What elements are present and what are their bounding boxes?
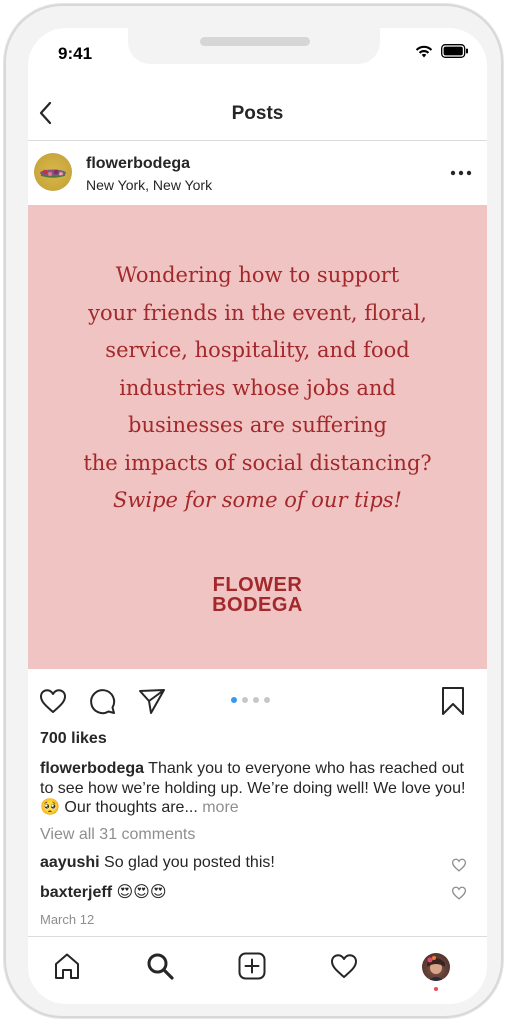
comment-row: baxterjeff 😍😍😍 (40, 882, 167, 902)
battery-icon (441, 44, 469, 58)
post-image-text: Wondering how to support your friends in… (48, 257, 467, 520)
avatar[interactable] (34, 153, 72, 191)
carousel-dot (242, 697, 248, 703)
notification-dot (434, 987, 438, 991)
share-icon[interactable] (137, 686, 167, 716)
caption-username[interactable]: flowerbodega (40, 760, 144, 777)
image-text-line: businesses are suffering (128, 413, 387, 437)
caption-more-link[interactable]: more (198, 799, 238, 816)
comment-username[interactable]: baxterjeff (40, 884, 112, 901)
wifi-icon (415, 45, 433, 58)
likes-count[interactable]: 700 likes (40, 730, 107, 748)
post-image[interactable]: Wondering how to support your friends in… (28, 205, 487, 669)
status-icons (415, 44, 469, 58)
image-text-line: Wondering how to support (115, 263, 400, 287)
comment-username[interactable]: aayushi (40, 854, 100, 871)
brand-logo-line: BODEGA (212, 594, 303, 616)
notch (128, 28, 380, 64)
bookmark-icon[interactable] (438, 686, 468, 716)
carousel-dot (253, 697, 259, 703)
image-text-line: your friends in the event, floral, (88, 300, 427, 325)
status-time: 9:41 (58, 44, 93, 63)
page-title: Posts (231, 103, 284, 124)
brand-logo-line: FLOWER (212, 574, 303, 596)
post-date: March 12 (40, 912, 95, 927)
image-text-line: service, hospitality, and food (105, 338, 410, 362)
profile-avatar[interactable] (422, 953, 450, 981)
post-location[interactable]: New York, New York (86, 177, 212, 193)
comment-like-icon[interactable] (451, 857, 467, 873)
search-icon[interactable] (145, 951, 175, 981)
home-icon[interactable] (52, 951, 82, 981)
heart-icon[interactable] (38, 686, 68, 716)
phone-frame: 9:41 Posts flowerbodega New York, New Yo… (4, 4, 503, 1018)
brand-logo: FLOWER BODEGA (28, 575, 487, 615)
carousel-dot (264, 697, 270, 703)
image-tip-line: Swipe for some of our tips! (113, 488, 402, 512)
comment-like-icon[interactable] (451, 885, 467, 901)
comment-icon[interactable] (87, 686, 117, 716)
top-nav: Posts (28, 90, 487, 141)
more-options-icon[interactable] (449, 165, 473, 181)
tab-bar (28, 936, 487, 1004)
image-text-line: industries whose jobs and (119, 375, 396, 400)
post-actions (28, 678, 487, 722)
view-all-comments-link[interactable]: View all 31 comments (40, 826, 195, 844)
carousel-dot (231, 697, 237, 703)
activity-heart-icon[interactable] (329, 951, 359, 981)
add-post-icon[interactable] (237, 951, 267, 981)
carousel-indicator (231, 697, 270, 703)
speaker (200, 37, 310, 46)
post-username[interactable]: flowerbodega (86, 155, 190, 173)
post-header: flowerbodega New York, New York (28, 141, 487, 205)
screen: 9:41 Posts flowerbodega New York, New Yo… (28, 28, 487, 1004)
post-caption: flowerbodega Thank you to everyone who h… (40, 759, 470, 818)
comment-row: aayushi So glad you posted this! (40, 854, 275, 872)
image-text-line: the impacts of social distancing? (83, 450, 432, 475)
comment-text: So glad you posted this! (99, 854, 275, 871)
comment-text: 😍😍😍 (112, 884, 167, 901)
